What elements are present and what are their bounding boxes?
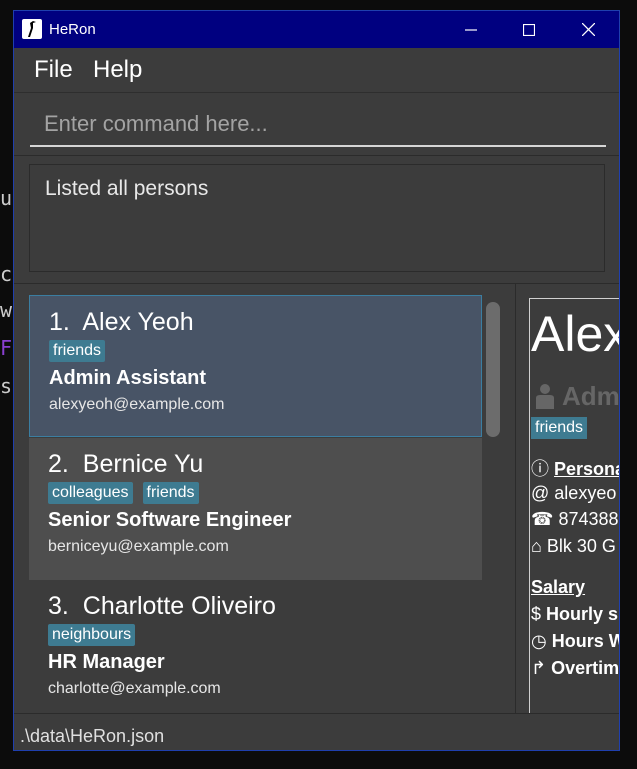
person-icon [534, 383, 556, 414]
detail-tag: friends [531, 417, 588, 439]
minimize-button[interactable] [442, 11, 500, 48]
person-card[interactable]: 3. Charlotte Oliveiro neighbours HR Mana… [29, 580, 482, 702]
phone-icon: ☎ [531, 509, 554, 529]
result-message: Listed all persons [45, 177, 209, 200]
tag-badge: friends [142, 482, 199, 504]
dollar-icon: $ [531, 604, 542, 624]
terminal-glyph: F [0, 336, 13, 360]
maximize-button[interactable] [500, 11, 558, 48]
person-role: Senior Software Engineer [48, 509, 292, 531]
person-list-panel: 1. Alex Yeoh friends Admin Assistant ale… [14, 283, 515, 714]
heron-logo-icon [22, 19, 42, 39]
tag-badge: friends [49, 340, 106, 362]
status-bar: .\data\HeRon.json [14, 713, 619, 750]
result-display: Listed all persons [29, 164, 605, 272]
tag-list: friends [49, 340, 106, 362]
person-role: HR Manager [48, 651, 165, 673]
detail-hourly: Hourly s [546, 604, 619, 624]
person-card[interactable]: 2. Bernice Yu colleagues friends Senior … [29, 438, 482, 580]
menu-bar: File Help [14, 48, 619, 93]
terminal-glyph: c [0, 262, 13, 286]
detail-email: alexyeo [554, 483, 617, 503]
background-terminal: u c w F s [0, 0, 14, 769]
tag-badge: neighbours [48, 624, 136, 646]
list-scrollbar-thumb[interactable] [486, 302, 500, 437]
tag-badge: colleagues [48, 482, 133, 504]
detail-overtime: Overtim [551, 658, 620, 678]
terminal-glyph: w [0, 298, 13, 322]
detail-address: Blk 30 G [546, 536, 616, 556]
title-bar[interactable]: HeRon [14, 11, 619, 48]
home-icon: ⌂ [531, 536, 542, 556]
data-file-path: .\data\HeRon.json [20, 726, 165, 746]
person-role: Admin Assistant [49, 367, 207, 389]
command-box [14, 93, 619, 156]
person-index: 1. [49, 308, 70, 336]
detail-phone: 874388 [558, 509, 619, 529]
window-title: HeRon [49, 21, 96, 38]
menu-help[interactable]: Help [93, 56, 142, 84]
person-card[interactable]: 1. Alex Yeoh friends Admin Assistant ale… [29, 295, 482, 437]
person-list[interactable]: 1. Alex Yeoh friends Admin Assistant ale… [29, 295, 482, 702]
menu-file[interactable]: File [34, 56, 73, 84]
detail-role: Adm [562, 381, 620, 411]
person-name: Charlotte Oliveiro [82, 592, 276, 620]
info-icon: ⓘ [531, 459, 549, 479]
close-icon [581, 23, 595, 36]
app-window: HeRon File Help Listed all persons 1. Al… [13, 10, 620, 751]
tag-list: colleagues friends [48, 482, 199, 504]
person-email: berniceyu@example.com [48, 538, 229, 555]
person-name: Bernice Yu [82, 450, 204, 478]
salary-heading: Salary [531, 577, 586, 597]
person-index: 2. [48, 450, 69, 478]
terminal-glyph: s [0, 374, 13, 398]
person-name: Alex Yeoh [82, 308, 194, 336]
person-detail-panel: Alex Adm friends ⓘ Persona @ alexyeo ☎ 8… [515, 283, 619, 718]
detail-hours: Hours W [551, 631, 620, 651]
close-button[interactable] [559, 11, 617, 48]
at-icon: @ [531, 483, 550, 503]
command-input[interactable] [30, 103, 606, 147]
tag-list: neighbours [48, 624, 136, 646]
maximize-icon [523, 23, 535, 36]
overtime-icon: ↱ [531, 658, 547, 678]
person-email: charlotte@example.com [48, 680, 221, 697]
personal-heading: Persona [554, 459, 620, 479]
person-index: 3. [48, 592, 69, 620]
terminal-glyph: u [0, 186, 13, 210]
person-detail-card: Alex Adm friends ⓘ Persona @ alexyeo ☎ 8… [529, 298, 620, 718]
detail-name: Alex [531, 306, 620, 362]
minimize-icon [465, 28, 477, 31]
person-email: alexyeoh@example.com [49, 396, 225, 413]
clock-icon: ◷ [531, 631, 547, 651]
